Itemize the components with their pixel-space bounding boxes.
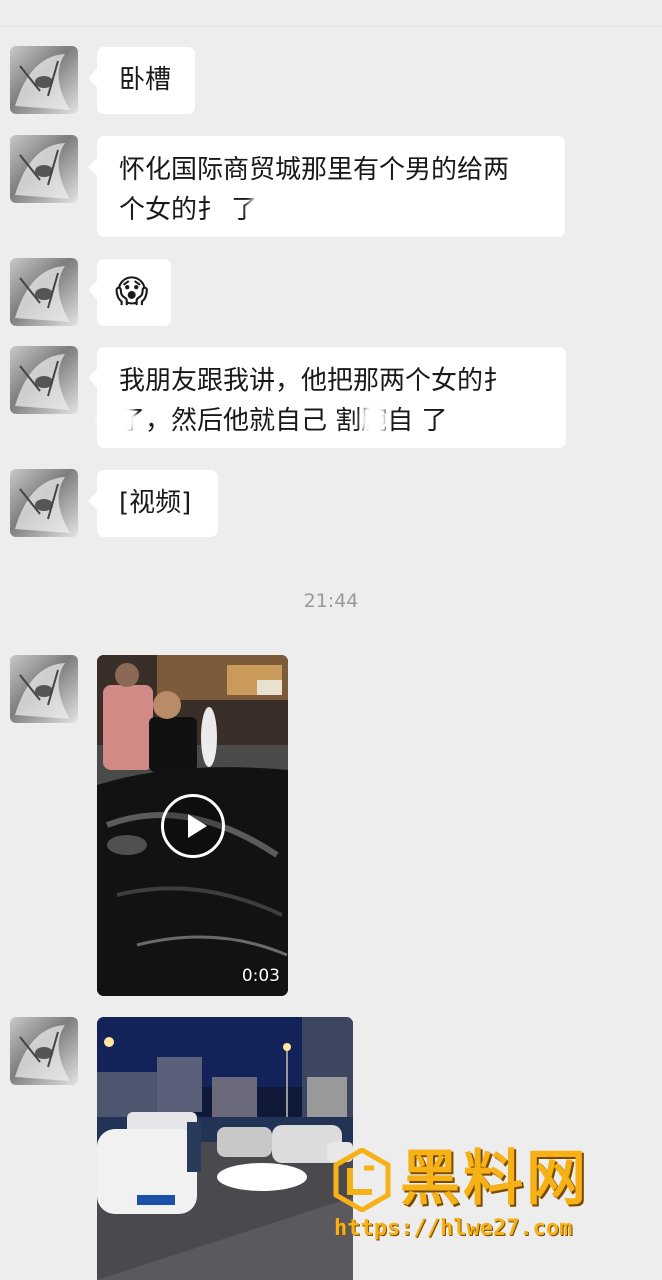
watermark: 黑料网 https://hlwe27.com <box>328 1142 648 1260</box>
censor-smudge <box>502 367 542 403</box>
avatar[interactable] <box>10 135 78 203</box>
video-duration: 0:03 <box>241 966 280 986</box>
top-bar <box>0 0 662 27</box>
watermark-url: https://hlwe27.com <box>334 1216 573 1241</box>
censor-smudge <box>247 190 305 230</box>
avatar[interactable] <box>10 46 78 114</box>
censor-smudge <box>97 401 137 439</box>
avatar[interactable] <box>10 655 78 723</box>
message-text-line: 我朋友跟我讲，他把那两个女的扌 <box>119 366 510 396</box>
message-bubble[interactable]: 卧槽 <box>88 47 195 114</box>
message-text: [视频] <box>119 488 192 518</box>
avatar[interactable] <box>10 258 78 326</box>
censor-smudge <box>473 401 501 439</box>
avatar[interactable] <box>10 469 78 537</box>
video-frame-image <box>97 1017 353 1280</box>
avatar[interactable] <box>10 346 78 414</box>
watermark-logo-icon <box>333 1148 391 1212</box>
message-text-line: 怀化国际商贸城那里有个男的给两 <box>119 155 510 185</box>
play-button-icon[interactable] <box>160 793 225 858</box>
message-text: 卧槽 <box>119 65 172 95</box>
message-bubble[interactable]: 😱 <box>88 259 171 326</box>
timestamp: 21:44 <box>303 590 359 612</box>
message-text-line: 个女的扌 了 <box>119 195 258 225</box>
message-bubble[interactable]: 怀化国际商贸城那里有个男的给两 个女的扌 了 <box>88 136 565 237</box>
video-thumbnail[interactable] <box>97 1017 353 1280</box>
message-bubble[interactable]: 我朋友跟我讲，他把那两个女的扌 了，然后他就自己 割腕自 了 <box>88 347 566 448</box>
avatar[interactable] <box>10 1017 78 1085</box>
censor-smudge <box>361 401 387 439</box>
watermark-name: 黑料网 <box>400 1144 589 1214</box>
video-thumbnail[interactable]: 0:03 <box>97 655 288 996</box>
scream-emoji-icon: 😱 <box>115 272 149 310</box>
message-bubble[interactable]: [视频] <box>88 470 218 537</box>
